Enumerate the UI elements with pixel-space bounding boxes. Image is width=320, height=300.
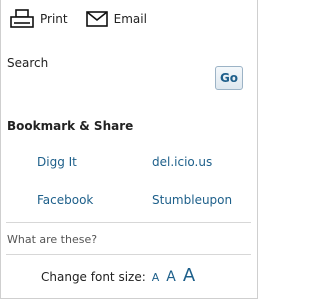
print-button[interactable]: Print [10, 9, 68, 29]
divider [6, 254, 251, 255]
font-size-medium-button[interactable]: A [166, 269, 176, 285]
tools-row: Print Email [10, 9, 147, 29]
font-size-small-button[interactable]: A [152, 271, 160, 284]
digg-link[interactable]: Digg It [37, 155, 77, 169]
font-size-label: Change font size: [41, 270, 146, 284]
email-label: Email [113, 12, 147, 26]
print-label: Print [40, 12, 68, 26]
bookmark-share-heading: Bookmark & Share [7, 119, 134, 133]
divider [6, 222, 251, 223]
search-label: Search [7, 56, 49, 70]
font-size-controls: Change font size: A A A [41, 265, 202, 286]
what-are-these-link[interactable]: What are these? [7, 233, 97, 246]
font-size-large-button[interactable]: A [183, 265, 195, 286]
delicious-link[interactable]: del.icio.us [152, 155, 212, 169]
printer-icon [10, 9, 34, 28]
envelope-icon [85, 11, 108, 27]
facebook-link[interactable]: Facebook [37, 193, 93, 207]
go-button[interactable]: Go [215, 66, 243, 90]
email-button[interactable]: Email [68, 11, 147, 27]
search-input[interactable] [7, 72, 171, 92]
stumbleupon-link[interactable]: Stumbleupon [152, 193, 232, 207]
